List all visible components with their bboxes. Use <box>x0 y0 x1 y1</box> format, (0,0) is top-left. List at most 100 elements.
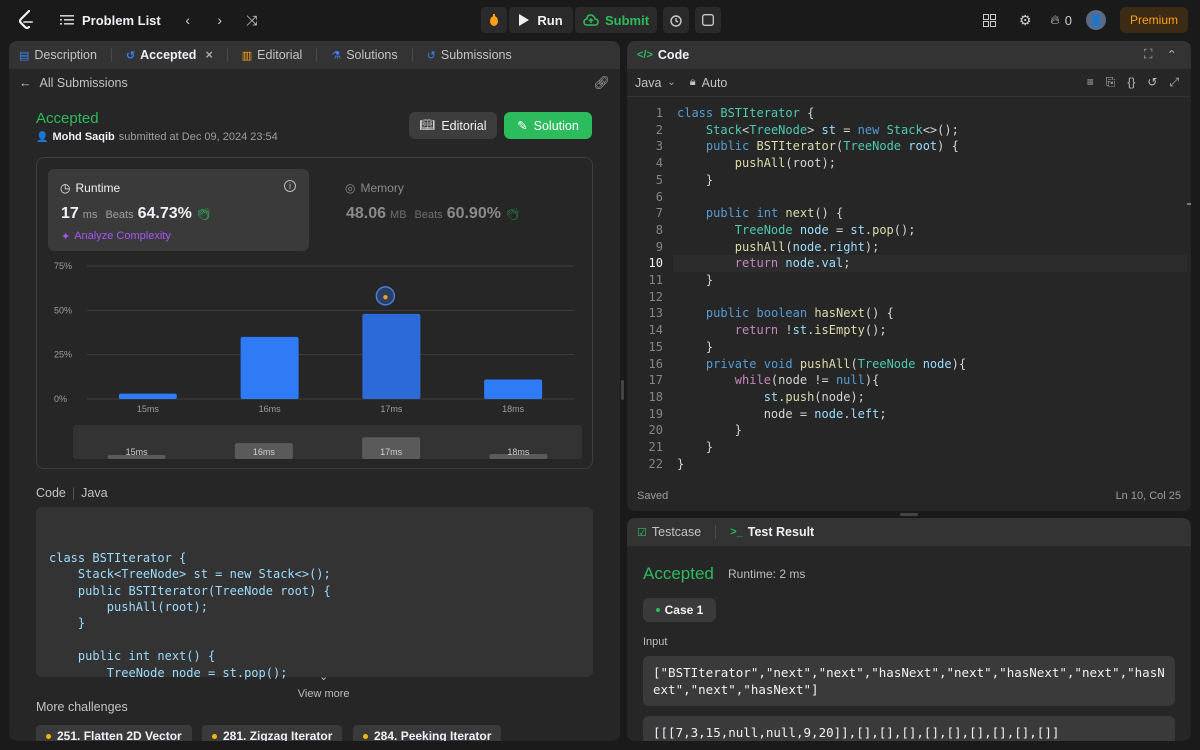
prev-problem-icon[interactable]: ‹ <box>177 9 199 31</box>
line-number: 19 <box>648 406 663 421</box>
challenge-chip[interactable]: 251. Flatten 2D Vector <box>36 725 192 741</box>
stats-panel: ◷ Runtime i 17 ms Beats 64.73% 👏︎ ✦ Anal… <box>36 157 593 469</box>
difficulty-dot <box>363 733 368 739</box>
submission-meta: 👤 Mohd Saqib submitted at Dec 09, 2024 2… <box>36 131 278 143</box>
description-icon: ▤ <box>19 49 30 62</box>
tab-submissions[interactable]: ↺ Submissions <box>427 48 512 62</box>
more-challenges-heading: More challenges <box>36 700 128 714</box>
challenge-chip[interactable]: 284. Peeking Iterator <box>353 725 502 741</box>
line-number: 18 <box>648 389 663 404</box>
maximize-icon[interactable]: ⛶ <box>1144 47 1153 62</box>
tab-editorial[interactable]: ▥ Editorial <box>242 48 303 62</box>
streak-counter[interactable]: 🔥︎ 0 <box>1050 12 1072 28</box>
case-1-tab[interactable]: Case 1 <box>643 598 716 622</box>
language-select[interactable]: Java <box>635 76 661 90</box>
leetcode-logo-icon[interactable] <box>14 8 38 32</box>
submitted-code-preview: class BSTIterator { Stack<TreeNode> st =… <box>36 507 593 700</box>
editor-footer: Saved Ln 10, Col 25 <box>637 490 1181 502</box>
y-tick-label: 25% <box>54 350 72 360</box>
timer-button[interactable] <box>663 7 689 33</box>
code-editor[interactable]: 1 2 3 4 5 6 7 8 9 10 11 12 13 14 15 16 17 18 19 20 21 22 clas… <box>627 99 1191 474</box>
solution-button[interactable]: ✎ Solution <box>504 112 592 139</box>
tab-editorial-label: Editorial <box>257 48 303 62</box>
tab-description-label: Description <box>34 48 97 62</box>
tab-description[interactable]: ▤ Description <box>19 48 97 62</box>
back-label: All Submissions <box>39 76 128 90</box>
author-name[interactable]: Mohd Saqib <box>52 131 114 143</box>
notes-button[interactable] <box>695 7 721 33</box>
avatar-icon: ● <box>382 292 388 303</box>
tab-separator <box>411 48 413 62</box>
tab-test-result[interactable]: >_ Test Result <box>730 525 814 539</box>
tab-separator <box>110 48 112 62</box>
tab-accepted[interactable]: ↺ Accepted × <box>126 48 213 62</box>
debug-button[interactable] <box>481 7 507 33</box>
result-runtime: Runtime: 2 ms <box>728 567 806 581</box>
line-number: 1 <box>655 106 663 120</box>
fullscreen-icon[interactable]: ⤢ <box>1169 75 1179 90</box>
test-tabs: ☑ Testcase >_ Test Result <box>627 518 1191 546</box>
play-icon <box>519 14 530 26</box>
vertical-splitter[interactable] <box>621 380 624 400</box>
result-status: Accepted <box>643 564 714 583</box>
shuffle-icon[interactable]: ⤨ <box>241 9 263 31</box>
auto-mode[interactable]: Auto <box>702 76 728 90</box>
line-number: 10 <box>648 256 663 271</box>
challenge-chip[interactable]: 281. Zigzag Iterator <box>202 725 343 741</box>
settings-gear-icon[interactable]: ⚙ <box>1014 9 1036 31</box>
problem-list-icon[interactable] <box>56 9 78 31</box>
user-avatar[interactable]: 👤 <box>1085 10 1106 30</box>
line-number: 9 <box>655 239 663 254</box>
note-icon <box>702 14 714 26</box>
chevron-down-double-icon: ⌄ <box>319 671 329 684</box>
problem-list-link[interactable]: Problem List <box>82 13 161 28</box>
line-number: 5 <box>655 172 663 187</box>
solution-button-label: Solution <box>533 118 579 133</box>
next-problem-icon[interactable]: › <box>209 9 231 31</box>
line-number: 6 <box>655 189 663 204</box>
line-number: 17 <box>648 373 663 388</box>
reset-icon[interactable]: ↺ <box>1147 75 1157 90</box>
alarm-icon <box>670 15 682 27</box>
close-tab-icon[interactable]: × <box>205 48 212 62</box>
input-label: Input <box>643 636 668 648</box>
share-link-icon[interactable]: 🔗︎ <box>593 75 610 91</box>
challenge-label: 251. Flatten 2D Vector <box>57 729 182 741</box>
line-number: 12 <box>648 289 663 304</box>
edit-icon: ✎ <box>517 119 528 133</box>
chart-bar <box>118 393 177 399</box>
premium-button[interactable]: Premium <box>1119 7 1188 33</box>
code-title: Code <box>657 48 690 62</box>
all-submissions-link[interactable]: ← All Submissions <box>19 73 128 93</box>
challenge-label: 281. Zigzag Iterator <box>223 729 333 741</box>
code-panel: </> Code ⛶ ⌃ Java ⌄ 🔒︎ Auto ≡ ⎘ {} ↺ ⤢ 1… <box>627 41 1191 511</box>
format-lines-icon[interactable]: ≡ <box>1087 75 1094 90</box>
tab-testcase[interactable]: ☑ Testcase <box>637 525 701 539</box>
code-lines[interactable]: class BSTIterator { Stack<TreeNode> st =… <box>677 105 966 472</box>
difficulty-dot <box>46 733 51 739</box>
tab-solutions[interactable]: ⚗ Solutions <box>331 48 397 62</box>
collapse-chevron-icon[interactable]: ⌃ <box>1167 47 1177 62</box>
run-label: Run <box>537 12 563 28</box>
run-button[interactable]: Run <box>509 7 573 33</box>
test-result-tab-label: Test Result <box>747 525 815 539</box>
tab-code[interactable]: </> Code <box>637 48 689 62</box>
cloud-upload-icon <box>583 14 599 26</box>
editor-scrollbar[interactable] <box>1187 203 1191 205</box>
bookmark-icon[interactable]: ⎘ <box>1106 75 1116 90</box>
code-preview-line: pushAll(root); <box>49 600 208 615</box>
layout-grid-icon[interactable] <box>978 9 1000 31</box>
tab-solutions-label: Solutions <box>346 48 398 62</box>
horizontal-splitter[interactable] <box>900 513 918 516</box>
y-tick-label: 75% <box>54 261 72 271</box>
line-number: 20 <box>648 423 663 438</box>
chart-bar <box>484 379 543 399</box>
line-number: 7 <box>655 206 663 221</box>
author-avatar: 👤 <box>36 131 49 143</box>
braces-icon[interactable]: {} <box>1127 75 1135 90</box>
line-number: 3 <box>655 139 663 154</box>
chevron-down-icon[interactable]: ⌄ <box>667 77 675 88</box>
editorial-button[interactable]: 📖︎ Editorial <box>409 112 497 139</box>
open-book-icon: 📖︎ <box>419 118 436 132</box>
submit-button[interactable]: Submit <box>575 7 657 33</box>
